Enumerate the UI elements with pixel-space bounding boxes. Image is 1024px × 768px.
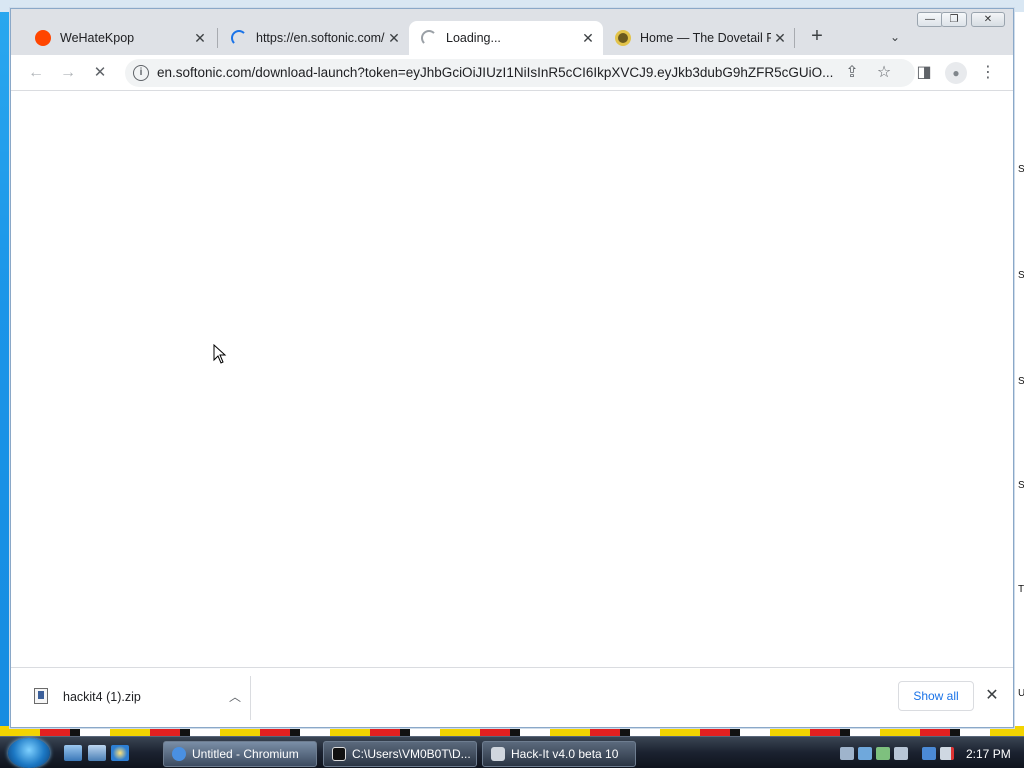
start-button[interactable]	[8, 738, 50, 768]
site-info-icon[interactable]: i	[133, 65, 149, 81]
taskbar-item-chromium[interactable]: Untitled - Chromium	[163, 741, 317, 767]
reddit-icon	[35, 30, 51, 46]
show-all-button[interactable]: Show all	[898, 681, 974, 711]
download-shelf: hackit4 (1).zip ︿ Show all ✕	[11, 667, 1013, 727]
tab-softonic[interactable]: https://en.softonic.com/ ✕	[219, 21, 409, 55]
download-file-name: hackit4 (1).zip	[63, 690, 141, 704]
side-panel-icon[interactable]: ◨	[913, 62, 935, 84]
desktop-edge-letter: S	[1018, 376, 1024, 387]
zip-file-icon	[34, 688, 48, 704]
desktop-edge-letter: U	[1018, 688, 1024, 699]
desktop-edge-letter: S	[1018, 270, 1024, 281]
taskbar-item-7zip[interactable]: C:\Users\VM0B0T\D...	[323, 741, 477, 767]
chromium-icon	[172, 747, 186, 761]
profile-avatar-icon[interactable]: ●	[945, 62, 967, 84]
tab-title: Loading...	[446, 31, 501, 45]
system-tray: 2:17 PM	[836, 740, 1024, 768]
tray-app-icon[interactable]	[894, 747, 908, 760]
stop-loading-icon[interactable]: ✕	[89, 62, 111, 84]
clock[interactable]: 2:17 PM	[966, 747, 1011, 761]
new-tab-button[interactable]: +	[805, 25, 829, 49]
share-icon[interactable]: ⇪	[841, 62, 863, 84]
forward-arrow-icon[interactable]: →	[57, 62, 79, 84]
desktop-right-window-edge: S S S S T U	[1013, 12, 1024, 726]
dovetail-icon	[615, 30, 631, 46]
url-text[interactable]: en.softonic.com/download-launch?token=ey…	[157, 65, 837, 80]
browser-toolbar: ← → ✕ i en.softonic.com/download-launch?…	[11, 55, 1013, 91]
download-item[interactable]: hackit4 (1).zip ︿	[23, 678, 249, 718]
tab-loading[interactable]: Loading... ✕	[409, 21, 603, 55]
desktop-edge-letter: S	[1018, 480, 1024, 491]
tab-title: Home — The Dovetail P	[640, 31, 771, 45]
tray-app-icon[interactable]	[840, 747, 854, 760]
browser-window: WeHateKpop ✕ https://en.softonic.com/ ✕ …	[10, 8, 1014, 728]
tab-close-icon[interactable]: ✕	[579, 29, 597, 47]
internet-explorer-icon[interactable]	[111, 745, 129, 761]
switch-windows-icon[interactable]	[88, 745, 106, 761]
network-icon[interactable]	[922, 747, 936, 760]
back-arrow-icon[interactable]: ←	[25, 62, 47, 84]
7zip-icon	[332, 747, 346, 761]
tab-separator	[794, 28, 795, 48]
mouse-pointer-icon	[213, 344, 227, 364]
tab-wehatekpop[interactable]: WeHateKpop ✕	[23, 21, 215, 55]
tab-dovetail[interactable]: Home — The Dovetail P ✕	[603, 21, 795, 55]
taskbar: Untitled - Chromium C:\Users\VM0B0T\D...…	[0, 736, 1024, 768]
tray-app-icon[interactable]	[876, 747, 890, 760]
page-content-area[interactable]	[11, 92, 1013, 667]
volume-muted-icon[interactable]	[940, 747, 954, 760]
tab-close-icon[interactable]: ✕	[191, 29, 209, 47]
desktop-edge-letter: S	[1018, 164, 1024, 175]
download-divider	[250, 676, 251, 720]
close-download-bar-icon[interactable]: ✕	[981, 685, 1003, 707]
tab-separator	[217, 28, 218, 48]
tab-title: WeHateKpop	[60, 31, 135, 45]
show-desktop-icon[interactable]	[64, 745, 82, 761]
desktop-edge-letter: T	[1018, 584, 1024, 595]
tray-app-icon[interactable]	[858, 747, 872, 760]
tab-close-icon[interactable]: ✕	[385, 29, 403, 47]
tab-close-icon[interactable]: ✕	[771, 29, 789, 47]
loading-spinner-icon	[421, 30, 437, 46]
chevron-up-icon[interactable]: ︿	[229, 688, 241, 705]
taskbar-item-hackit[interactable]: Hack-It v4.0 beta 10	[482, 741, 636, 767]
address-bar[interactable]: i en.softonic.com/download-launch?token=…	[125, 59, 915, 87]
taskbar-item-label: Hack-It v4.0 beta 10	[511, 747, 619, 761]
bookmark-star-icon[interactable]: ☆	[873, 62, 895, 84]
tab-strip: WeHateKpop ✕ https://en.softonic.com/ ✕ …	[11, 9, 1013, 55]
loading-spinner-icon	[231, 30, 247, 46]
tab-title: https://en.softonic.com/	[256, 31, 385, 45]
menu-kebab-icon[interactable]: ⋮	[977, 62, 999, 84]
tab-search-button[interactable]: ⌄	[885, 27, 905, 47]
maximize-button[interactable]: ❐	[941, 12, 967, 27]
taskbar-item-label: Untitled - Chromium	[192, 747, 299, 761]
taskbar-item-label: C:\Users\VM0B0T\D...	[352, 747, 471, 761]
window-icon	[491, 747, 505, 761]
minimize-button[interactable]: —	[917, 12, 943, 27]
close-window-button[interactable]: ✕	[971, 12, 1005, 27]
